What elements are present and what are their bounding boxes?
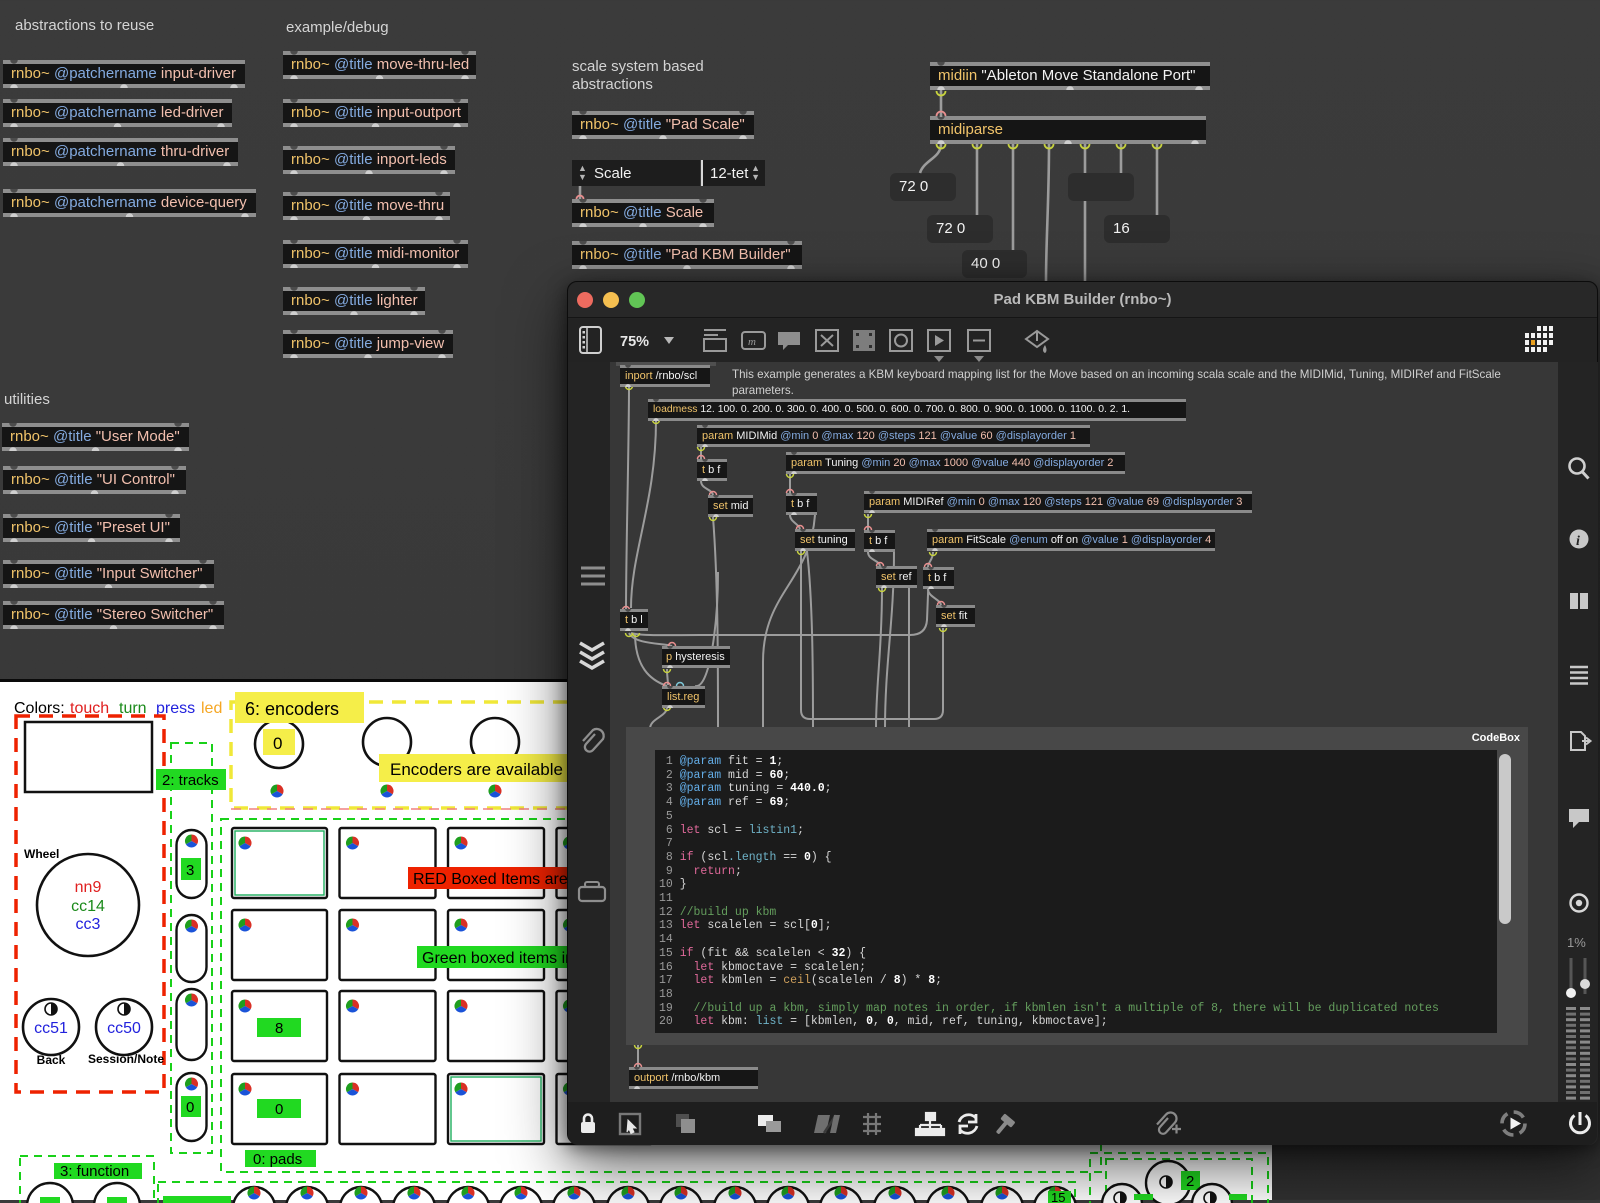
svg-text:led: led [201, 700, 222, 717]
svg-text:nn9: nn9 [75, 879, 102, 896]
svg-text:0: 0 [273, 734, 282, 753]
svg-text:6: encoders: 6: encoders [245, 699, 339, 719]
svg-text:0: 0 [186, 1099, 194, 1116]
svg-text:Green boxed items in: Green boxed items in [422, 950, 574, 967]
svg-text:RED Boxed Items are: RED Boxed Items are [413, 871, 568, 888]
svg-text:75%: 75% [620, 334, 649, 350]
svg-text:Session/Note: Session/Note [88, 1052, 164, 1066]
svg-text:i: i [1576, 534, 1580, 549]
svg-text:cc51: cc51 [34, 1020, 68, 1037]
svg-text:Wheel: Wheel [24, 847, 59, 861]
svg-text:0: pads: 0: pads [253, 1151, 302, 1168]
svg-text:m: m [748, 336, 756, 348]
svg-text:0: 0 [275, 1101, 283, 1118]
svg-text:cc50: cc50 [107, 1020, 141, 1037]
svg-text:2: 2 [1186, 1173, 1194, 1190]
svg-text:15: 15 [1051, 1190, 1065, 1203]
svg-text:Encoders are available w: Encoders are available w [390, 760, 581, 779]
svg-text:1%: 1% [1567, 935, 1586, 950]
svg-text:cc14: cc14 [71, 898, 105, 915]
svg-text:3: 3 [186, 862, 194, 879]
svg-text:cc3: cc3 [76, 916, 101, 933]
svg-text:2: tracks: 2: tracks [162, 772, 219, 789]
svg-text:3: function: 3: function [60, 1163, 129, 1180]
svg-text:8: 8 [275, 1020, 283, 1037]
svg-text:Back: Back [37, 1053, 66, 1067]
